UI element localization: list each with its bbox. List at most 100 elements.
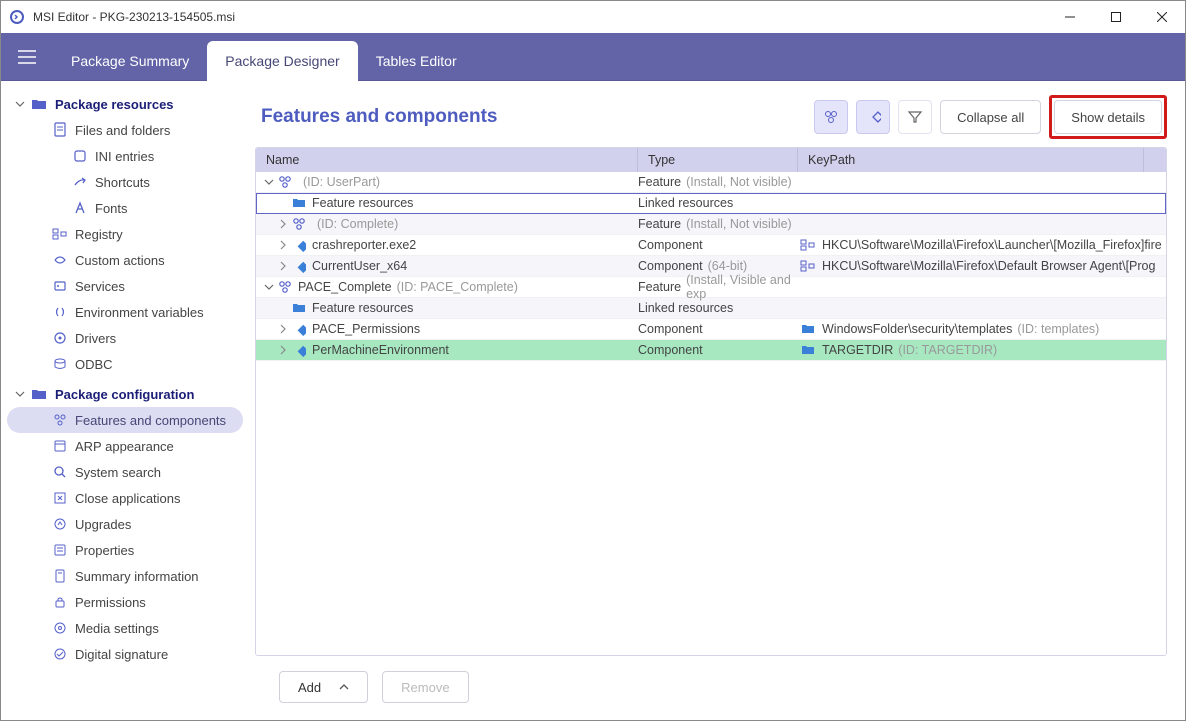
sidebar-group-config[interactable]: Package configuration xyxy=(7,381,243,407)
page-title: Features and components xyxy=(255,106,814,128)
sidebar-item-media[interactable]: Media settings xyxy=(7,615,243,641)
row-name: crashreporter.exe2 xyxy=(312,238,416,252)
row-name: PACE_Permissions xyxy=(312,322,420,336)
table-row[interactable]: Feature resourcesLinked resources xyxy=(256,193,1166,214)
sidebar-item-env[interactable]: Environment variables xyxy=(7,299,243,325)
row-type: Linked resources xyxy=(638,301,733,315)
row-type: Feature xyxy=(638,217,681,231)
expand-chevron-icon[interactable] xyxy=(262,282,276,292)
row-type-icon xyxy=(276,280,294,294)
row-type-icon xyxy=(290,217,308,231)
table-row[interactable]: Feature resources Linked resources xyxy=(256,298,1166,319)
row-type: Feature xyxy=(638,175,681,189)
row-name: Feature resources xyxy=(312,301,413,315)
column-name[interactable]: Name xyxy=(256,148,638,172)
summary-icon xyxy=(49,569,71,583)
odbc-icon xyxy=(49,357,71,371)
table-row[interactable]: crashreporter.exe2ComponentHKCU\Software… xyxy=(256,235,1166,256)
sidebar-group-resources[interactable]: Package resources xyxy=(7,91,243,117)
row-id: (ID: Complete) xyxy=(317,217,398,231)
sidebar-item-services[interactable]: Services xyxy=(7,273,243,299)
row-keypath: HKCU\Software\Mozilla\Firefox\Default Br… xyxy=(822,259,1155,273)
features-icon xyxy=(49,413,71,427)
sidebar-item-summary[interactable]: Summary information xyxy=(7,563,243,589)
sidebar-item-digital[interactable]: Digital signature xyxy=(7,641,243,667)
expand-chevron-icon[interactable] xyxy=(262,177,276,187)
row-type: Component xyxy=(638,343,703,357)
close-button[interactable] xyxy=(1139,1,1185,33)
folder-icon xyxy=(31,97,49,111)
row-keypath: WindowsFolder\security\templates xyxy=(822,322,1012,336)
row-type: Linked resources xyxy=(638,196,733,210)
table-body: (ID: UserPart)Feature(Install, Not visib… xyxy=(256,172,1166,655)
sidebar-item-properties[interactable]: Properties xyxy=(7,537,243,563)
content-area: Features and components Collapse all Sho… xyxy=(249,81,1185,720)
sidebar-item-close[interactable]: Close applications xyxy=(7,485,243,511)
sidebar-item-custom[interactable]: Custom actions xyxy=(7,247,243,273)
keypath-icon xyxy=(798,259,818,273)
sidebar-item-files[interactable]: Files and folders xyxy=(7,117,243,143)
chevron-up-icon xyxy=(339,683,349,691)
row-type: Component xyxy=(638,238,703,252)
minimize-button[interactable] xyxy=(1047,1,1093,33)
table-row[interactable]: (ID: Complete)Feature(Install, Not visib… xyxy=(256,214,1166,235)
search-icon xyxy=(49,465,71,479)
table-row[interactable]: PACE_Complete(ID: PACE_Complete)Feature(… xyxy=(256,277,1166,298)
env-icon xyxy=(49,305,71,319)
chevron-down-icon xyxy=(15,389,29,399)
app-logo-icon xyxy=(9,9,25,25)
column-type[interactable]: Type xyxy=(638,148,798,172)
table-header: Name Type KeyPath xyxy=(256,148,1166,172)
expand-chevron-icon[interactable] xyxy=(276,324,290,334)
row-keypath: TARGETDIR xyxy=(822,343,893,357)
keypath-icon xyxy=(798,344,818,356)
sidebar-item-search[interactable]: System search xyxy=(7,459,243,485)
table-row[interactable]: (ID: UserPart)Feature(Install, Not visib… xyxy=(256,172,1166,193)
sidebar-item-odbc[interactable]: ODBC xyxy=(7,351,243,377)
tab-package-summary[interactable]: Package Summary xyxy=(53,41,207,81)
add-button[interactable]: Add xyxy=(279,671,368,703)
expand-chevron-icon[interactable] xyxy=(276,261,290,271)
sidebar-item-permissions[interactable]: Permissions xyxy=(7,589,243,615)
filter-button[interactable] xyxy=(898,100,932,134)
view-features-button[interactable] xyxy=(814,100,848,134)
remove-button[interactable]: Remove xyxy=(382,671,468,703)
expand-chevron-icon[interactable] xyxy=(276,240,290,250)
hamburger-menu-icon[interactable] xyxy=(9,39,45,75)
drivers-icon xyxy=(49,331,71,345)
view-components-button[interactable] xyxy=(856,100,890,134)
sidebar-item-shortcuts[interactable]: Shortcuts xyxy=(7,169,243,195)
show-details-button[interactable]: Show details xyxy=(1054,100,1162,134)
properties-icon xyxy=(49,543,71,557)
folder-icon xyxy=(31,387,49,401)
sidebar-item-fonts[interactable]: Fonts xyxy=(7,195,243,221)
ini-icon xyxy=(69,149,91,163)
row-type-icon xyxy=(290,197,308,209)
table-row[interactable]: PACE_PermissionsComponentWindowsFolder\s… xyxy=(256,319,1166,340)
tab-tables-editor[interactable]: Tables Editor xyxy=(358,41,475,81)
sidebar-item-registry[interactable]: Registry xyxy=(7,221,243,247)
table-row[interactable]: PerMachineEnvironmentComponentTARGETDIR(… xyxy=(256,340,1166,361)
sidebar-item-arp[interactable]: ARP appearance xyxy=(7,433,243,459)
expand-chevron-icon[interactable] xyxy=(276,219,290,229)
row-name: PACE_Complete xyxy=(298,280,392,294)
maximize-button[interactable] xyxy=(1093,1,1139,33)
row-type-sub: (Install, Visible and exp xyxy=(686,273,798,301)
sidebar-item-drivers[interactable]: Drivers xyxy=(7,325,243,351)
titlebar: MSI Editor - PKG-230213-154505.msi xyxy=(1,1,1185,33)
custom-icon xyxy=(49,253,71,267)
row-type-icon xyxy=(290,259,308,273)
row-type-icon xyxy=(276,175,294,189)
media-icon xyxy=(49,621,71,635)
keypath-icon xyxy=(798,323,818,335)
sidebar: Package resources Files and folders INI … xyxy=(1,81,249,720)
collapse-all-button[interactable]: Collapse all xyxy=(940,100,1041,134)
sidebar-item-upgrades[interactable]: Upgrades xyxy=(7,511,243,537)
sidebar-item-ini[interactable]: INI entries xyxy=(7,143,243,169)
lock-icon xyxy=(49,595,71,609)
expand-chevron-icon[interactable] xyxy=(276,345,290,355)
row-type-icon xyxy=(290,343,308,357)
sidebar-item-features[interactable]: Features and components xyxy=(7,407,243,433)
column-keypath[interactable]: KeyPath xyxy=(798,148,1144,172)
tab-package-designer[interactable]: Package Designer xyxy=(207,41,357,81)
